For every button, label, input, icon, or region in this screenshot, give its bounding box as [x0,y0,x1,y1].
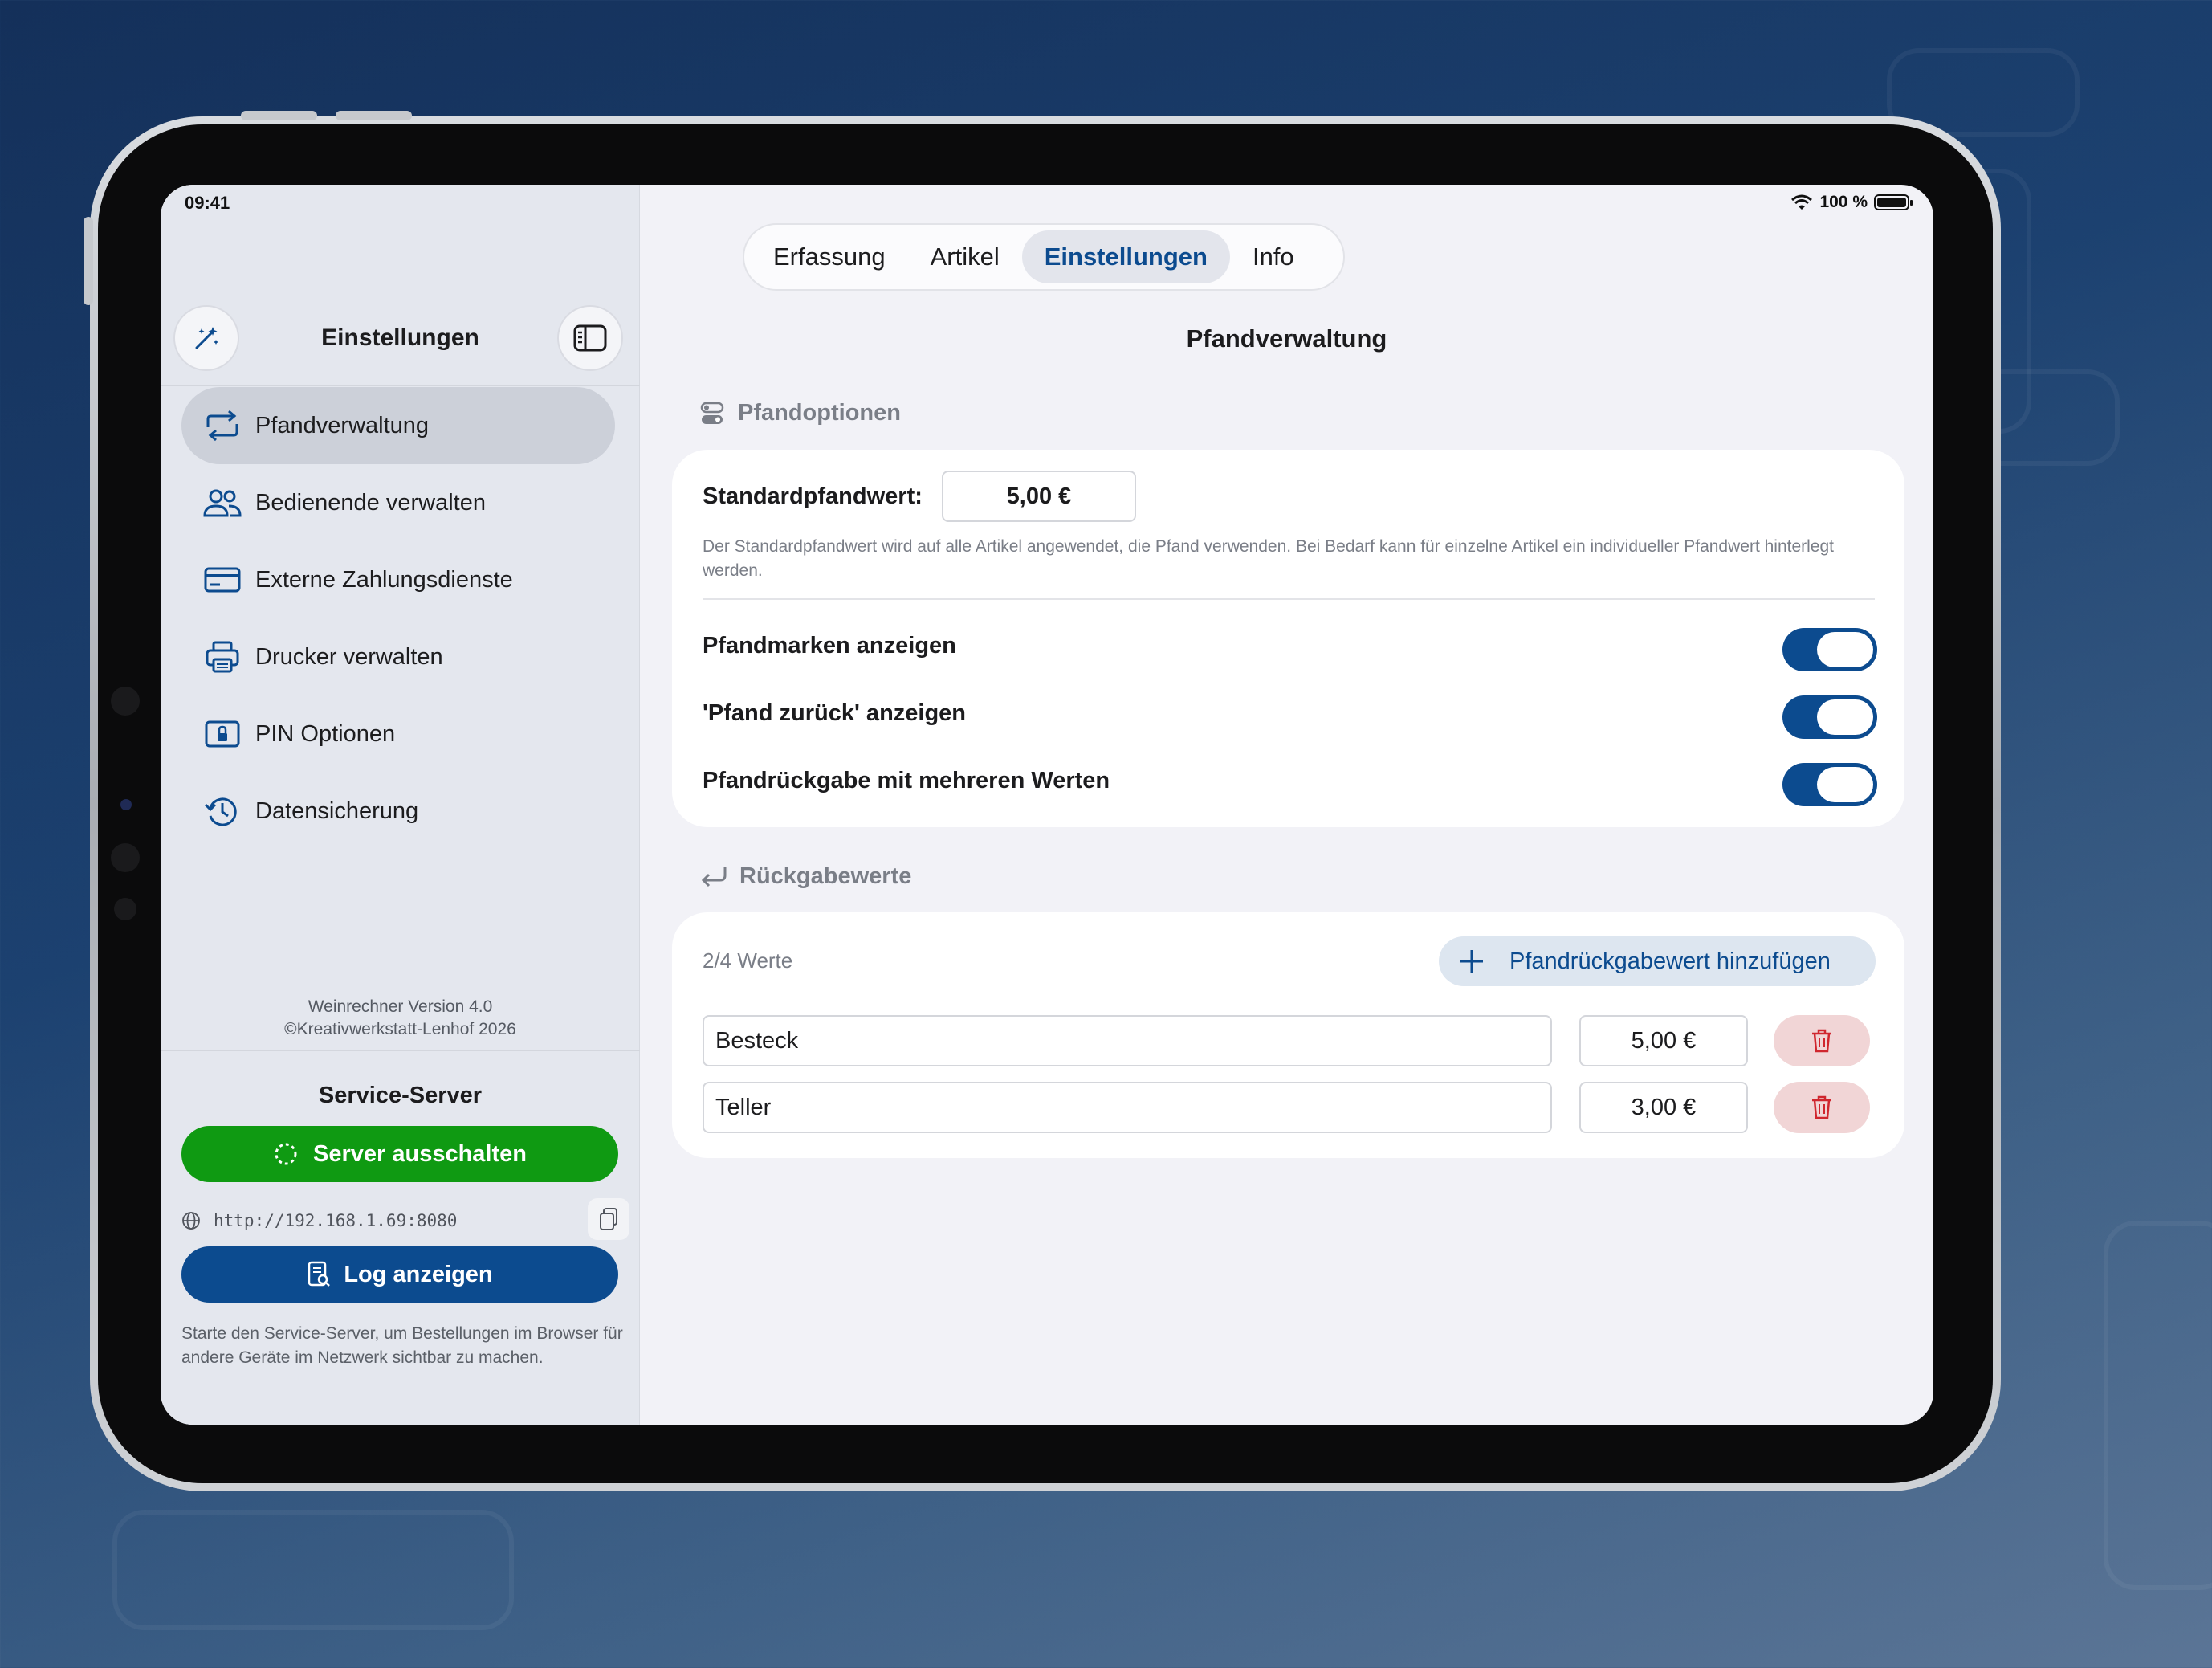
toggle-label-mehrere-werte: Pfandrückgabe mit mehreren Werten [703,768,1110,793]
default-deposit-input[interactable]: 5,00 € [942,471,1136,522]
sidebar-item-drucker[interactable]: Drucker verwalten [181,618,615,695]
sidebar-item-label: Pfandverwaltung [255,412,430,438]
log-document-icon [308,1261,331,1287]
camera-sensor [111,687,140,716]
sidebar-header: Einstellungen [161,305,640,377]
return-values-count: 2/4 Werte [703,948,793,973]
server-toggle-label: Server ausschalten [313,1140,527,1167]
section-header-options: Pfandoptionen [699,400,901,426]
side-button [84,217,93,305]
sidebar-item-pfandverwaltung[interactable]: Pfandverwaltung [181,387,615,464]
sidebar-item-label: Datensicherung [255,797,419,824]
sidebar-toggle-icon [573,324,607,352]
return-values-card: 2/4 Werte Pfandrückgabewert hinzufügen B… [672,912,1904,1158]
copy-url-button[interactable] [588,1198,629,1240]
sidebar: 09:41 Einstellungen Pfandverwaltung Bedi… [161,185,640,1425]
version-info: Weinrechner Version 4.0 ©Kreativwerkstat… [161,996,640,1041]
server-url-row: http://192.168.1.69:8080 [181,1197,631,1245]
trash-icon [1812,1095,1831,1119]
copy-icon [600,1208,617,1230]
trash-icon [1812,1029,1831,1053]
top-button [241,111,317,120]
lock-icon [202,716,242,752]
sidebar-item-pin-optionen[interactable]: PIN Optionen [181,695,615,773]
tab-erfassung[interactable]: Erfassung [751,230,908,283]
return-name-input[interactable]: Besteck [703,1015,1552,1066]
status-time: 09:41 [185,193,230,213]
toggle-mehrere-werte[interactable] [1782,763,1877,806]
server-hint: Starte den Service-Server, um Bestellung… [181,1324,623,1367]
sidebar-item-zahlungsdienste[interactable]: Externe Zahlungsdienste [181,541,615,618]
spinner-icon [275,1143,297,1165]
status-indicators: 100 % [1790,193,1913,212]
server-toggle-button[interactable]: Server ausschalten [181,1126,618,1182]
toggle-label-pfand-zurueck: 'Pfand zurück' anzeigen [703,700,967,726]
server-title: Service-Server [318,1083,483,1108]
sidebar-item-label: Bedienende verwalten [255,489,486,516]
sidebar-item-label: PIN Optionen [255,720,396,747]
divider [161,385,640,386]
camera-lens [120,799,132,810]
sidebar-item-label: Externe Zahlungsdienste [255,566,513,593]
tab-artikel[interactable]: Artikel [908,230,1022,283]
default-deposit-hint: Der Standardpfandwert wird auf alle Arti… [703,537,1834,580]
app-screen: 09:41 Einstellungen Pfandverwaltung Bedi… [161,185,1933,1425]
divider [703,598,1875,600]
globe-icon [182,1212,200,1230]
show-log-label: Log anzeigen [344,1261,493,1287]
toggles-icon [700,402,724,424]
options-card: Standardpfandwert: 5,00 € Der Standardpf… [672,450,1904,827]
version-text: Weinrechner Version 4.0 [308,997,493,1016]
plus-icon [1460,950,1483,973]
toggle-pfand-zurueck[interactable] [1782,695,1877,739]
divider [161,1050,640,1051]
return-value-input[interactable]: 5,00 € [1579,1015,1748,1066]
show-log-button[interactable]: Log anzeigen [181,1246,618,1303]
top-button [336,111,412,120]
backup-clock-icon [202,793,242,829]
copyright-text: ©Kreativwerkstatt-Lenhof 2026 [284,1020,516,1038]
background-decoration [2104,1221,2212,1590]
return-name-input[interactable]: Teller [703,1082,1552,1133]
toggle-pfandmarken[interactable] [1782,628,1877,671]
wifi-icon [1791,194,1813,210]
page-title: Pfandverwaltung [1186,324,1387,353]
default-deposit-label: Standardpfandwert: [703,483,923,509]
add-return-value-button[interactable]: Pfandrückgabewert hinzufügen [1439,936,1876,986]
battery-icon [1874,194,1913,210]
return-arrow-icon [701,867,727,887]
toggle-label-pfandmarken: Pfandmarken anzeigen [703,633,956,659]
tab-info[interactable]: Info [1230,230,1317,283]
main-tab-bar: Erfassung Artikel Einstellungen Info [743,223,1345,291]
sidebar-item-bedienende[interactable]: Bedienende verwalten [181,464,615,541]
delete-return-value-button[interactable] [1774,1082,1870,1133]
printer-icon [202,639,242,675]
battery-percent: 100 % [1819,193,1868,211]
sidebar-nav: Pfandverwaltung Bedienende verwalten Ext… [181,387,615,850]
credit-card-icon [202,562,242,597]
camera-sensor [111,843,140,872]
sidebar-item-label: Drucker verwalten [255,643,443,670]
arrows-cycle-icon [202,408,242,443]
people-icon [202,485,242,520]
tab-einstellungen[interactable]: Einstellungen [1021,230,1230,283]
background-decoration [112,1510,514,1630]
main-content: 100 % Erfassung Artikel Einstellungen In… [640,185,1933,1425]
delete-return-value-button[interactable] [1774,1015,1870,1066]
section-title: Rückgabewerte [739,863,912,889]
return-value-input[interactable]: 3,00 € [1579,1082,1748,1133]
sidebar-item-datensicherung[interactable]: Datensicherung [181,773,615,850]
section-title: Pfandoptionen [738,400,901,426]
add-return-value-label: Pfandrückgabewert hinzufügen [1509,948,1831,974]
camera-sensor [114,898,136,920]
section-header-returns: Rückgabewerte [699,863,911,890]
toggle-sidebar-button[interactable] [557,305,623,371]
server-url: http://192.168.1.69:8080 [214,1211,458,1230]
